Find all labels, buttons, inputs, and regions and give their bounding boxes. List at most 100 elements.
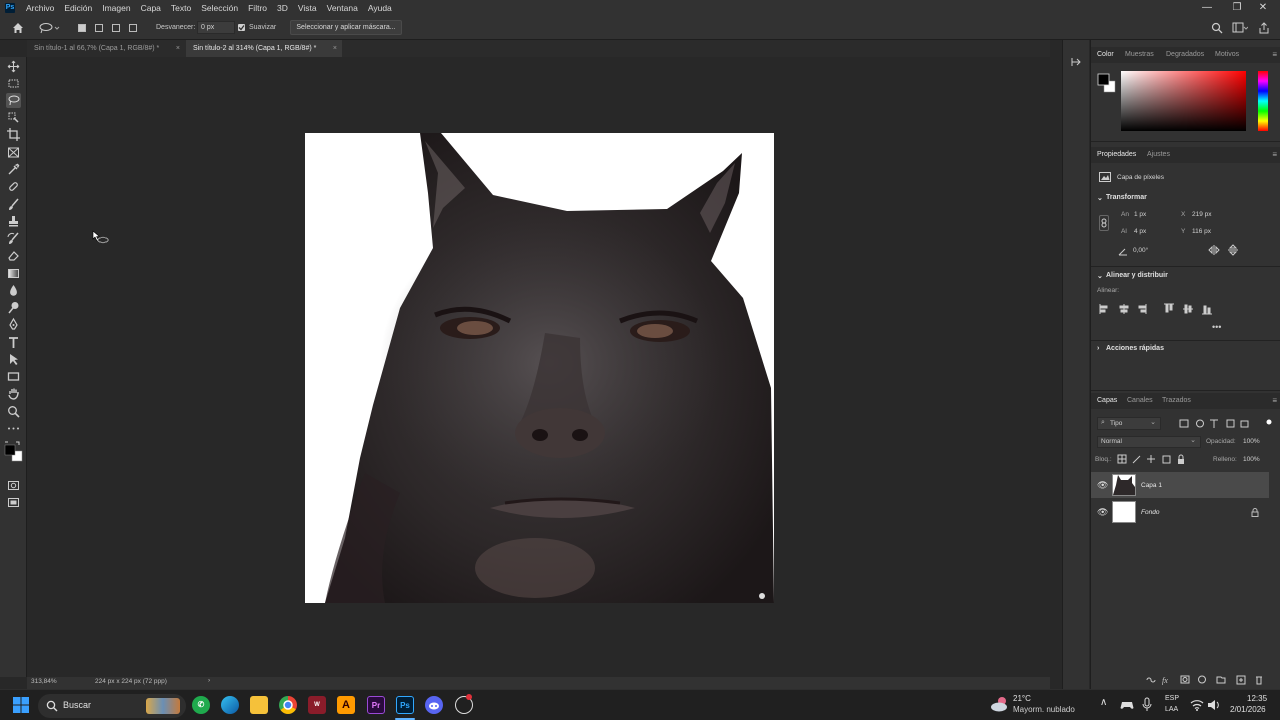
menu-ayuda[interactable]: Ayuda [363, 0, 397, 16]
layer-row-fondo[interactable]: 👁︎ Fondo [1091, 499, 1269, 525]
winrar-icon[interactable]: W [308, 696, 326, 714]
menu-texto[interactable]: Texto [166, 0, 196, 16]
tab-properties[interactable]: Propiedades [1097, 147, 1136, 163]
weather-description[interactable]: Mayorm. nublado [1013, 705, 1075, 714]
align-section-chevron[interactable]: ⌄ [1097, 272, 1103, 280]
align-title[interactable]: Alinear y distribuir [1106, 272, 1168, 279]
close-tab-icon[interactable]: × [176, 40, 180, 57]
illustrator-icon[interactable]: A [337, 696, 355, 714]
volume-icon[interactable] [1207, 698, 1221, 712]
layer-footer-buttons[interactable]: fx [1145, 674, 1275, 685]
tab-document-1[interactable]: Sin título-1 al 66,7% (Capa 1, RGB/8#) *… [27, 40, 185, 57]
stamp-tool-icon[interactable] [6, 214, 21, 229]
lasso-tool-icon[interactable] [6, 93, 21, 108]
tab-channels[interactable]: Canales [1127, 393, 1153, 409]
tab-paths[interactable]: Trazados [1162, 393, 1191, 409]
transform-section-chevron[interactable]: ⌄ [1097, 194, 1103, 202]
color-swatches[interactable] [4, 441, 24, 465]
tab-color[interactable]: Color [1097, 47, 1114, 63]
dodge-tool-icon[interactable] [6, 300, 21, 315]
pen-tool-icon[interactable] [6, 317, 21, 332]
transform-title[interactable]: Transformar [1106, 194, 1147, 201]
eye-icon[interactable]: 👁︎ [1097, 480, 1108, 491]
panel-menu-icon[interactable]: ≡ [1272, 151, 1277, 159]
intersect-selection-icon[interactable] [129, 24, 137, 32]
blend-mode-dropdown[interactable]: Normal ⌄ [1097, 436, 1201, 448]
quick-actions-chevron[interactable]: › [1097, 345, 1099, 352]
select-and-mask-button[interactable]: Seleccionar y aplicar máscara... [290, 20, 402, 35]
eraser-tool-icon[interactable] [6, 248, 21, 263]
y-input[interactable]: 116 px [1192, 228, 1211, 235]
angle-input[interactable]: 0,00° [1133, 247, 1148, 254]
rectangle-tool-icon[interactable] [6, 369, 21, 384]
keyboard-layout[interactable]: LAA [1165, 706, 1178, 713]
menu-3d[interactable]: 3D [272, 0, 293, 16]
marquee-tool-icon[interactable] [6, 76, 21, 91]
blur-tool-icon[interactable] [6, 283, 21, 298]
feather-input[interactable]: 0 px [197, 21, 235, 34]
quick-actions-title[interactable]: Acciones rápidas [1106, 345, 1164, 352]
add-selection-icon[interactable] [95, 24, 103, 32]
close-window-button[interactable]: ✕ [1252, 0, 1274, 16]
quick-mask-icon[interactable] [6, 478, 21, 493]
close-tab-icon[interactable]: × [333, 40, 337, 57]
tab-swatches[interactable]: Muestras [1125, 47, 1154, 63]
menu-ventana[interactable]: Ventana [322, 0, 363, 16]
tab-patterns[interactable]: Motivos [1215, 47, 1239, 63]
layer-filter-dropdown[interactable]: ⌕ Tipo ⌄ [1097, 417, 1161, 430]
width-input[interactable]: 1 px [1134, 211, 1146, 218]
share-icon[interactable] [1258, 22, 1270, 34]
type-tool-icon[interactable] [6, 335, 21, 350]
chrome-icon[interactable] [279, 696, 297, 714]
antialias-checkbox[interactable] [238, 24, 245, 31]
menu-capa[interactable]: Capa [136, 0, 166, 16]
photoshop-taskbar-icon[interactable]: Ps [396, 696, 414, 714]
more-tools-icon[interactable] [6, 421, 21, 436]
status-menu-arrow[interactable]: › [208, 677, 210, 684]
gradient-tool-icon[interactable] [6, 266, 21, 281]
history-panel-icon[interactable] [1069, 56, 1083, 68]
edge-icon[interactable] [221, 696, 239, 714]
search-icon[interactable] [1211, 22, 1223, 34]
zoom-level[interactable]: 313,84% [31, 678, 57, 685]
frame-tool-icon[interactable] [6, 145, 21, 160]
lock-icon[interactable] [1251, 508, 1259, 517]
flip-vertical-icon[interactable] [1227, 244, 1239, 256]
premiere-icon[interactable]: Pr [367, 696, 385, 714]
subtract-selection-icon[interactable] [112, 24, 120, 32]
link-dimensions-icon[interactable] [1099, 215, 1109, 231]
whatsapp-icon[interactable]: ✆ [192, 696, 210, 714]
lasso-preset-icon[interactable] [38, 22, 60, 34]
path-selection-tool-icon[interactable] [6, 352, 21, 367]
x-input[interactable]: 219 px [1192, 211, 1212, 218]
history-brush-tool-icon[interactable] [6, 231, 21, 246]
windows-start-icon[interactable] [13, 697, 29, 713]
weather-temperature[interactable]: 21°C [1013, 694, 1031, 703]
healing-brush-tool-icon[interactable] [6, 179, 21, 194]
workspace-icon[interactable] [1232, 22, 1248, 34]
eyedropper-tool-icon[interactable] [6, 162, 21, 177]
flip-horizontal-icon[interactable] [1208, 244, 1220, 256]
brush-tool-icon[interactable] [6, 197, 21, 212]
height-input[interactable]: 4 px [1134, 228, 1146, 235]
lock-icons[interactable] [1117, 454, 1187, 465]
restore-button[interactable]: ❐ [1226, 0, 1248, 16]
move-tool-icon[interactable] [6, 59, 21, 74]
crop-tool-icon[interactable] [6, 127, 21, 142]
menu-edicion[interactable]: Edición [59, 0, 97, 16]
menu-seleccion[interactable]: Selección [196, 0, 243, 16]
tab-adjustments[interactable]: Ajustes [1147, 147, 1170, 163]
object-select-tool-icon[interactable] [6, 110, 21, 125]
layer-name[interactable]: Fondo [1141, 509, 1159, 516]
color-picker-field[interactable] [1121, 71, 1246, 131]
menu-filtro[interactable]: Filtro [243, 0, 272, 16]
hand-tool-icon[interactable] [6, 386, 21, 401]
fill-input[interactable]: 100% [1243, 456, 1260, 463]
new-selection-icon[interactable] [78, 24, 86, 32]
document-canvas[interactable] [305, 133, 774, 603]
tab-layers[interactable]: Capas [1097, 393, 1117, 409]
fg-bg-color-swatch[interactable] [1097, 72, 1117, 94]
eye-icon[interactable]: 👁︎ [1097, 507, 1108, 518]
panel-menu-icon[interactable]: ≡ [1272, 397, 1277, 405]
panel-menu-icon[interactable]: ≡ [1272, 51, 1277, 59]
